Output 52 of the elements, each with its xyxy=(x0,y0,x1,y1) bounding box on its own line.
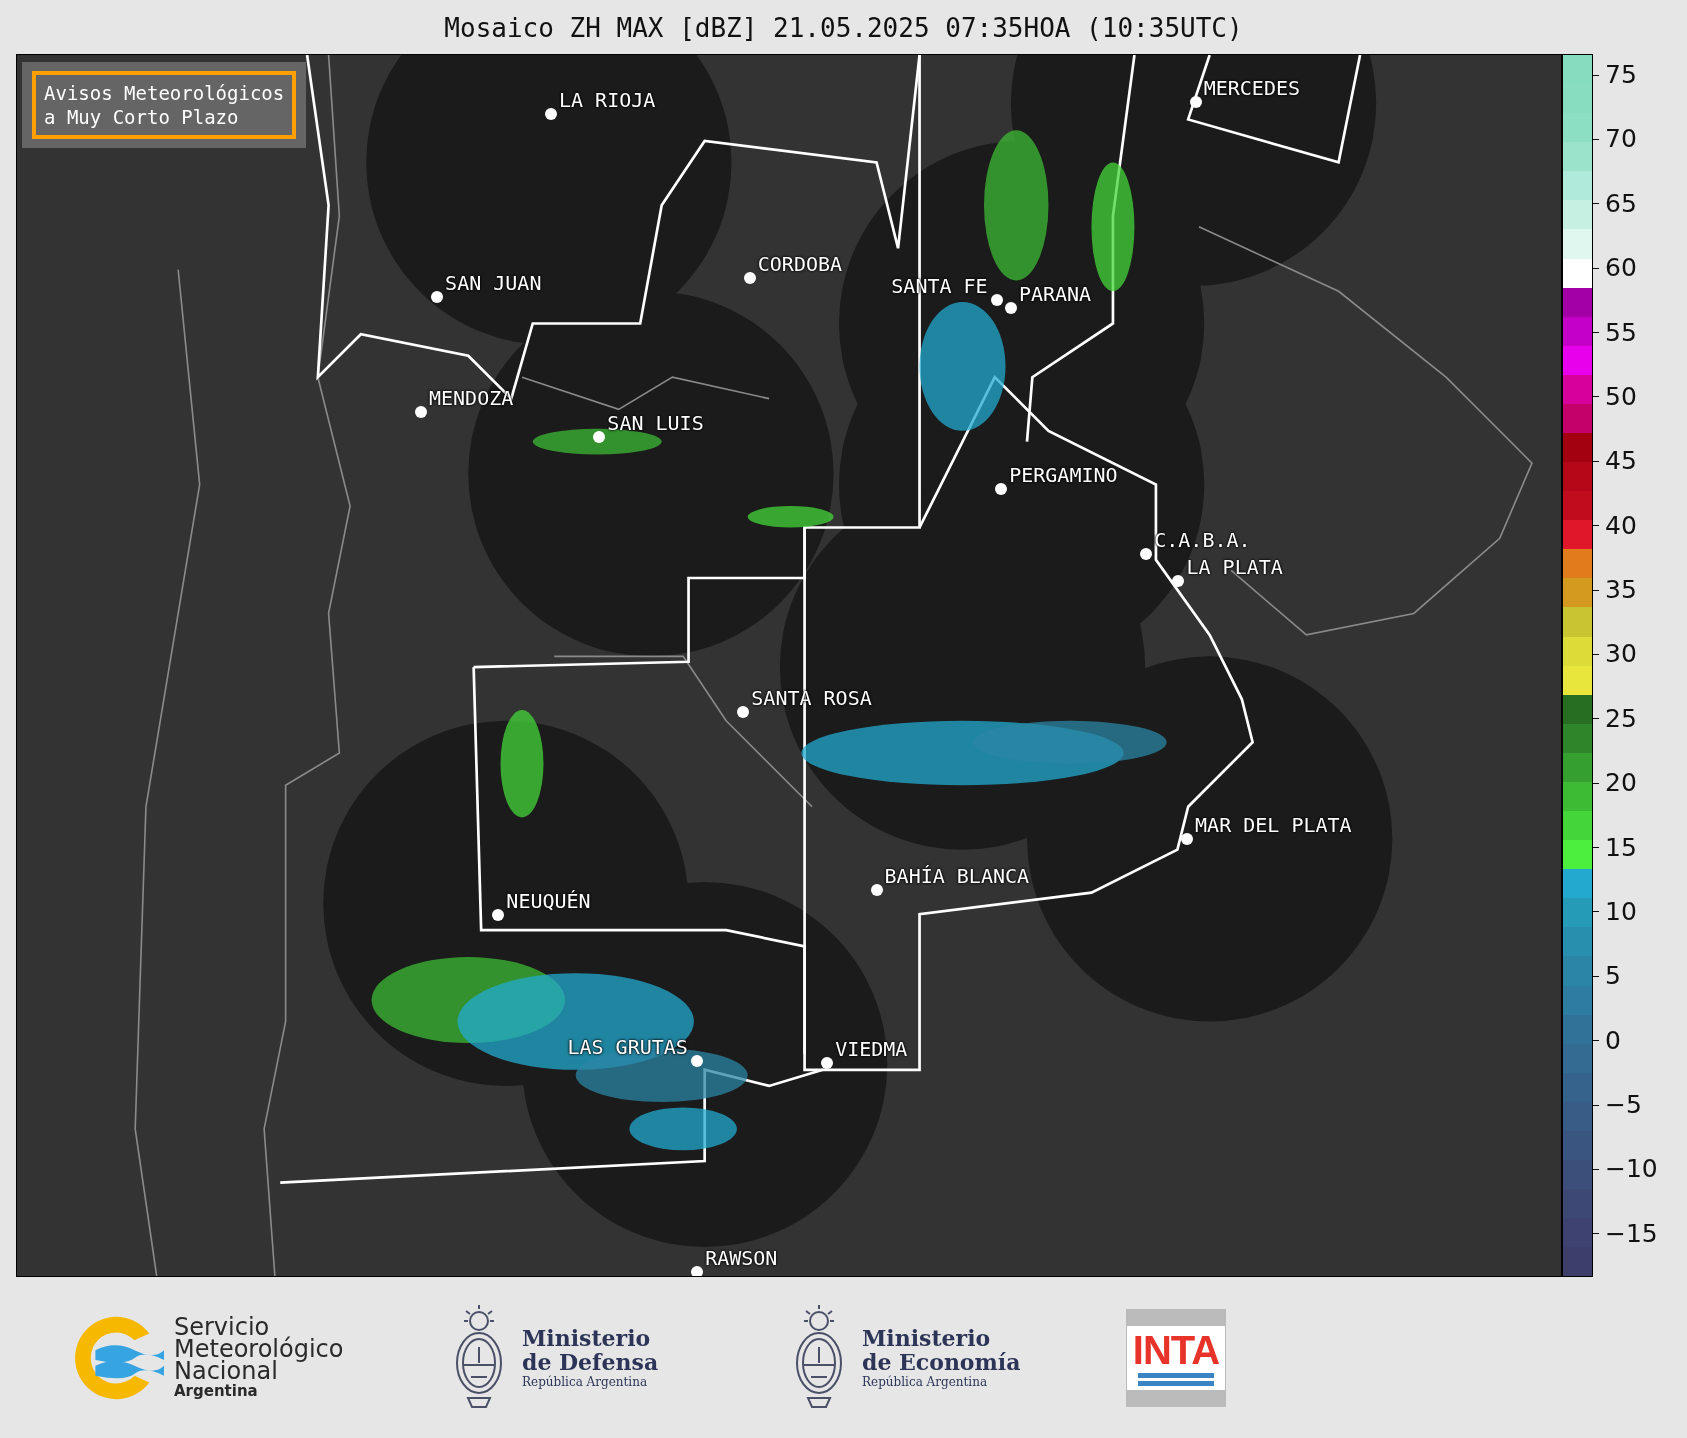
city-label: SAN LUIS xyxy=(607,413,704,434)
city-label: RAWSON xyxy=(705,1247,778,1268)
city-dot xyxy=(691,1265,704,1276)
city-label: LAS GRUTAS xyxy=(567,1037,688,1058)
scale-tick-label: −5 xyxy=(1593,1092,1658,1118)
scale-tick-label: 50 xyxy=(1593,383,1658,410)
logo-text: de Economía xyxy=(862,1349,1021,1374)
city-label: MENDOZA xyxy=(429,387,514,408)
scale-tick-label: 55 xyxy=(1593,319,1658,346)
logo-subtext: República Argentina xyxy=(522,1373,649,1390)
logo-text: Meteorológico xyxy=(174,1337,344,1360)
scale-tick-label: 30 xyxy=(1593,641,1658,668)
logo-text: Servicio xyxy=(174,1315,270,1338)
logo-text: Nacional xyxy=(174,1359,278,1382)
city-label: LA RIOJA xyxy=(559,90,656,111)
logo-subtext: República Argentina xyxy=(862,1373,989,1390)
city-label: SAN JUAN xyxy=(445,272,542,293)
city-label: LA PLATA xyxy=(1186,557,1283,578)
scale-tick-label: 25 xyxy=(1593,705,1658,732)
logo-subtext: Argentina xyxy=(174,1381,259,1400)
logo-text: de Defensa xyxy=(522,1349,659,1374)
logo-text: Ministerio xyxy=(862,1325,992,1350)
city-label: VIEDMA xyxy=(835,1039,908,1060)
scale-tick-label: 15 xyxy=(1593,834,1658,861)
scale-tick-label: −10 xyxy=(1593,1156,1658,1183)
scale-tick-label: 35 xyxy=(1593,577,1658,603)
scale-tick-label: 60 xyxy=(1593,255,1658,282)
map-title: Mosaico ZH MAX [dBZ] 21.05.2025 07:35HOA (10:35UTC) xyxy=(443,12,1244,45)
notice-text: Avisos Meteorológicos a Muy Corto Plazo xyxy=(32,71,297,139)
city-dot xyxy=(415,405,427,418)
scale-tick-label: 45 xyxy=(1593,448,1658,475)
city-label: CORDOBA xyxy=(757,254,843,275)
city-label: MAR DEL PLATA xyxy=(1195,814,1352,835)
city-label: PERGAMINO xyxy=(1009,464,1118,485)
city-label: NEUQUÉN xyxy=(506,891,591,912)
city-dot xyxy=(737,706,750,719)
city-dot xyxy=(870,884,883,897)
scale-tick-label: −15 xyxy=(1593,1220,1658,1247)
scale-tick-label: 70 xyxy=(1593,126,1658,153)
scale-tick-label: 5 xyxy=(1593,963,1658,990)
scale-tick-label: 0 xyxy=(1593,1027,1658,1054)
logo-text: Ministerio xyxy=(522,1325,652,1350)
scale-tick-label: 40 xyxy=(1593,512,1658,539)
city-label: BAHÍA BLANCA xyxy=(884,866,1030,887)
scale-tick-label: 65 xyxy=(1593,190,1658,217)
city-label: PARANA xyxy=(1018,284,1092,305)
scale-tick-label: 20 xyxy=(1593,770,1658,797)
scale-tick-label: 75 xyxy=(1593,62,1658,88)
city-dot xyxy=(743,272,756,285)
logo-text: INTA xyxy=(1132,1329,1220,1370)
scale-tick-label: 10 xyxy=(1593,898,1658,925)
city-label: MERCEDES xyxy=(1203,78,1300,99)
